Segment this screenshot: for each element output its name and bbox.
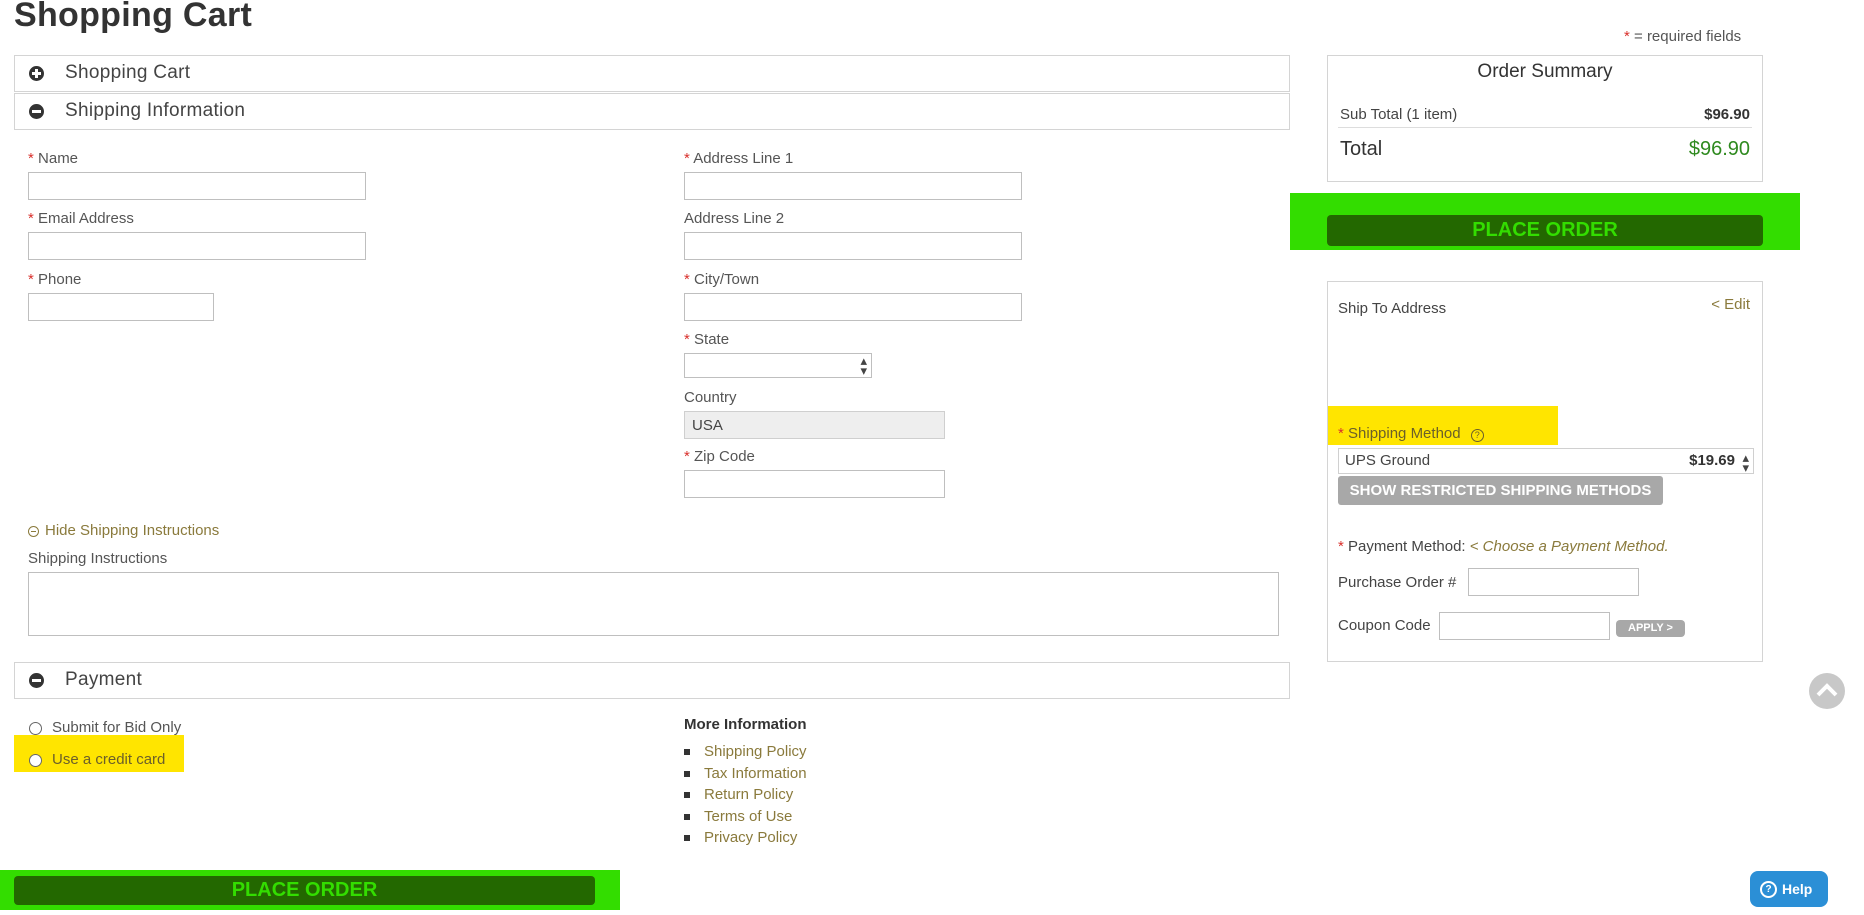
summary-divider [1338,127,1752,128]
total-value: $96.90 [1688,138,1750,160]
po-label: Purchase Order # [1338,574,1457,591]
terms-of-use-link[interactable]: Terms of Use [684,808,807,830]
address2-input[interactable] [684,232,1022,260]
coupon-label: Coupon Code [1338,617,1431,634]
bid-option-label: Submit for Bid Only [52,719,182,736]
select-arrows-icon: ▴ ▾ [860,353,867,378]
country-label: Country [684,389,737,406]
edit-address-link[interactable]: < Edit [1711,296,1750,313]
city-input[interactable] [684,293,1022,321]
hide-instructions-link[interactable]: Hide Shipping Instructions [28,522,219,539]
page-title: Shopping Cart [14,0,253,34]
order-summary-panel: Order Summary Sub Total (1 item) $96.90 … [1327,55,1763,182]
question-circle-icon: ? [1760,881,1777,898]
minus-circle-icon [28,526,39,537]
instructions-label: Shipping Instructions [28,550,168,567]
phone-label: * Phone [28,271,82,288]
scroll-to-top-button[interactable] [1809,673,1845,709]
ship-to-label: Ship To Address [1338,300,1447,317]
help-question-icon[interactable]: ? [1470,429,1484,442]
phone-input[interactable] [28,293,214,321]
privacy-policy-link[interactable]: Privacy Policy [684,829,807,851]
more-info-list: Shipping Policy Tax Information Return P… [684,743,807,851]
email-input[interactable] [28,232,366,260]
credit-option-label: Use a credit card [52,751,166,768]
name-label: * Name [28,150,79,167]
choose-payment-method-link[interactable]: < Choose a Payment Method. [1470,538,1669,555]
collapse-minus-icon [29,104,44,119]
expand-plus-icon [29,66,44,81]
city-label: * City/Town [684,271,760,288]
instructions-textarea[interactable] [28,572,1279,636]
more-info-heading: More Information [684,716,807,733]
required-fields-note: * = required fields [1624,28,1742,45]
chevron-up-icon [1816,683,1838,697]
help-button[interactable]: ? Help [1750,871,1828,907]
select-arrows-icon: ▴ ▾ [1742,450,1749,475]
state-label: * State [684,331,730,348]
collapse-minus-icon [29,673,44,688]
section-shipping-label: Shipping Information [65,100,246,121]
po-input[interactable] [1468,568,1639,596]
section-payment-label: Payment [65,669,143,690]
total-label: Total [1340,138,1383,160]
section-shopping-cart[interactable]: Shopping Cart [14,55,1290,92]
tax-information-link[interactable]: Tax Information [684,765,807,787]
payment-method-label: * Payment Method: < Choose a Payment Met… [1338,538,1669,555]
zip-label: * Zip Code [684,448,755,465]
address1-input[interactable] [684,172,1022,200]
bid-radio[interactable] [29,722,42,735]
subtotal-value: $96.90 [1704,106,1750,123]
country-field: USA [684,411,945,439]
shipping-method-value: UPS Ground [1345,452,1431,469]
coupon-input[interactable] [1439,612,1610,640]
subtotal-label: Sub Total (1 item) [1340,106,1458,123]
help-label: Help [1782,881,1813,897]
shipping-method-price: $19.69 [1689,452,1735,469]
shipping-method-label: * Shipping Method ? [1338,425,1484,442]
zip-input[interactable] [684,470,945,498]
place-order-button-top[interactable]: PLACE ORDER [1327,215,1763,246]
address2-label: Address Line 2 [684,210,785,227]
state-select[interactable]: ▴ ▾ [684,353,872,378]
address1-label: * Address Line 1 [684,150,794,167]
section-shipping-information[interactable]: Shipping Information [14,93,1290,130]
email-label: * Email Address [28,210,134,227]
ship-to-panel: Ship To Address < Edit * Shipping Method… [1327,281,1763,662]
place-order-button-bottom[interactable]: PLACE ORDER [14,876,595,905]
name-input[interactable] [28,172,366,200]
shipping-policy-link[interactable]: Shipping Policy [684,743,807,765]
show-restricted-shipping-button[interactable]: SHOW RESTRICTED SHIPPING METHODS [1338,476,1663,505]
order-summary-heading: Order Summary [1477,61,1613,82]
shipping-method-select[interactable]: UPS Ground $19.69 ▴ ▾ [1338,448,1754,474]
section-payment[interactable]: Payment [14,662,1290,699]
apply-coupon-button[interactable]: APPLY > [1616,620,1685,637]
return-policy-link[interactable]: Return Policy [684,786,807,808]
credit-card-radio[interactable] [29,754,42,767]
section-shopping-cart-label: Shopping Cart [65,62,191,83]
